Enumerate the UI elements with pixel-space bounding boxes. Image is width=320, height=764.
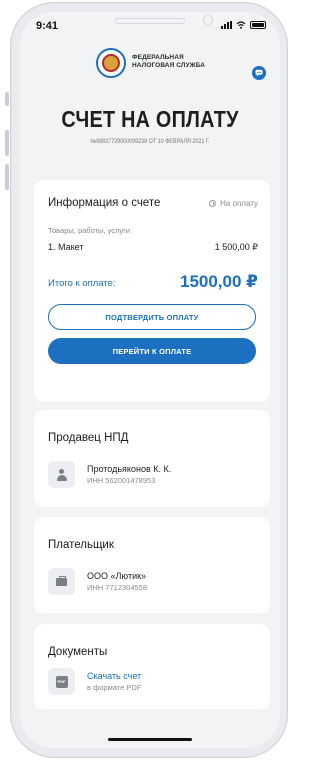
person-icon bbox=[56, 468, 67, 481]
camera-dot bbox=[203, 15, 213, 25]
payer-row: ООО «Лютик» ИНН 7712304558 bbox=[48, 568, 147, 595]
documents-card: Документы PDF Скачать счет в формате PDF bbox=[34, 624, 270, 709]
status-bar: 9:41 bbox=[20, 12, 280, 38]
seller-inn: ИНН 562001478953 bbox=[87, 476, 156, 485]
page-title: СЧЕТ НА ОПЛАТУ bbox=[61, 106, 239, 132]
briefcase-icon bbox=[56, 575, 67, 586]
file-format: в формате PDF bbox=[87, 683, 142, 692]
org-name: ФЕДЕРАЛЬНАЯ НАЛОГОВАЯ СЛУЖБА bbox=[132, 54, 205, 70]
silent-switch bbox=[5, 92, 9, 106]
volume-up-button bbox=[5, 130, 9, 156]
info-card-title: Информация о счете bbox=[48, 197, 161, 209]
invoice-number-date: №99837729000099238 ОТ 10 ФЕВРАЛЯ 2021 Г. bbox=[90, 139, 210, 145]
org-name-line2: НАЛОГОВАЯ СЛУЖБА bbox=[132, 62, 206, 69]
payer-avatar bbox=[48, 568, 75, 595]
seller-card-title: Продавец НПД bbox=[48, 432, 129, 444]
seller-name: Протодьяконов К. К. bbox=[87, 464, 172, 474]
download-invoice-link[interactable]: Скачать счет bbox=[87, 671, 141, 681]
volume-down-button bbox=[5, 164, 9, 190]
payer-inn: ИНН 7712304558 bbox=[87, 583, 148, 592]
payer-card-title: Плательщик bbox=[48, 539, 114, 551]
download-invoice-row[interactable]: PDF Скачать счет в формате PDF bbox=[48, 668, 141, 695]
seller-row: Протодьяконов К. К. ИНН 562001478953 bbox=[48, 461, 171, 488]
clock-icon bbox=[209, 200, 217, 207]
payer-name: ООО «Лютик» bbox=[87, 571, 147, 581]
item-price: 1 500,00 ₽ bbox=[214, 242, 258, 252]
signal-icon bbox=[221, 21, 232, 29]
status-icons bbox=[221, 21, 266, 29]
status-text: На оплату bbox=[220, 199, 258, 208]
org-name-line1: ФЕДЕРАЛЬНАЯ bbox=[132, 54, 184, 61]
app-header: ФЕДЕРАЛЬНАЯ НАЛОГОВАЯ СЛУЖБА bbox=[20, 38, 280, 94]
wifi-icon bbox=[236, 21, 246, 29]
documents-card-title: Документы bbox=[48, 646, 108, 658]
total-label: Итого к оплате: bbox=[48, 278, 116, 289]
fns-emblem-icon[interactable] bbox=[96, 48, 126, 78]
battery-icon bbox=[250, 21, 266, 29]
seller-avatar bbox=[48, 461, 75, 488]
confirm-payment-button[interactable]: ПОДТВЕРДИТЬ ОПЛАТУ bbox=[48, 304, 256, 330]
home-indicator[interactable] bbox=[108, 738, 192, 741]
go-to-payment-button[interactable]: ПЕРЕЙТИ К ОПЛАТЕ bbox=[48, 338, 256, 364]
goods-label: Товары, работы, услуги bbox=[48, 226, 131, 235]
seller-card: Продавец НПД Протодьяконов К. К. ИНН 562… bbox=[34, 410, 270, 507]
item-name: 1. Макет bbox=[48, 242, 84, 252]
pdf-icon: PDF bbox=[55, 675, 68, 688]
payer-card: Плательщик ООО «Лютик» ИНН 7712304558 bbox=[34, 517, 270, 613]
pdf-file-box: PDF bbox=[48, 668, 75, 695]
total-amount: 1500,00 ₽ bbox=[179, 272, 258, 291]
chat-icon bbox=[255, 69, 263, 77]
status-badge: На оплату bbox=[209, 199, 258, 208]
invoice-info-card: Информация о счете На оплату Товары, раб… bbox=[34, 180, 270, 402]
speaker-notch bbox=[115, 18, 185, 24]
status-time: 9:41 bbox=[36, 20, 59, 32]
chat-button[interactable] bbox=[252, 66, 266, 80]
phone-screen: 9:41 ФЕДЕРАЛЬНАЯ НАЛОГОВАЯ СЛУЖБА СЧЕТ Н… bbox=[20, 12, 280, 748]
